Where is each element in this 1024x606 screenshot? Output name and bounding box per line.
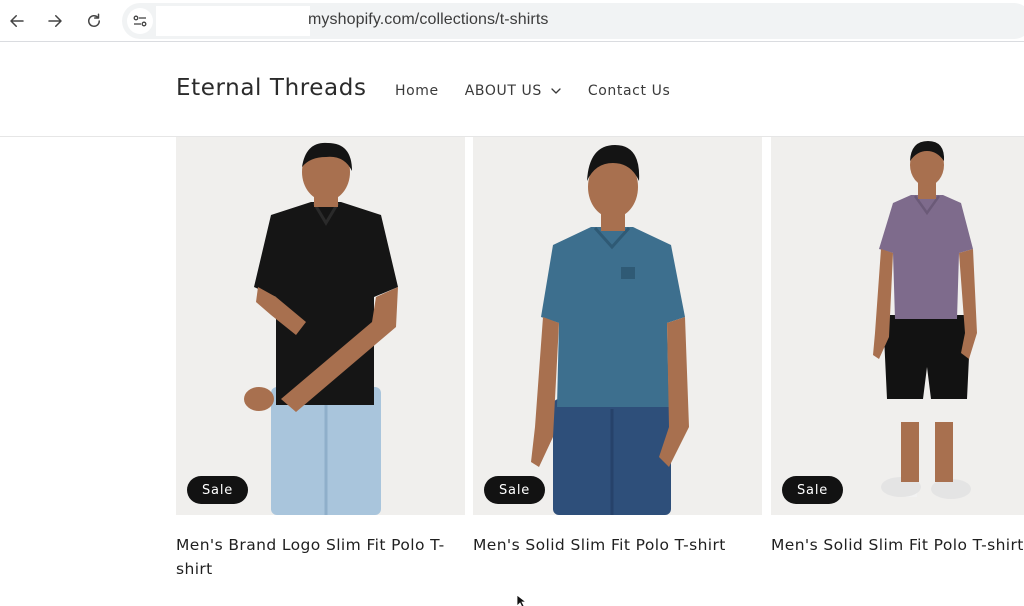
reload-icon: [88, 13, 100, 27]
menu-item-label: Home: [395, 83, 439, 99]
product-card[interactable]: Sale Men's Solid Slim Fit Polo T-shirt: [473, 137, 762, 557]
product-title[interactable]: Men's Solid Slim Fit Polo T-shirt: [473, 533, 762, 557]
main-menu: Home ABOUT US Contact Us: [395, 83, 696, 99]
sale-badge: Sale: [782, 476, 844, 504]
menu-item-home[interactable]: Home: [395, 83, 439, 99]
forward-button[interactable]: [42, 8, 68, 34]
product-image-link[interactable]: Sale: [473, 137, 762, 515]
url-text[interactable]: myshopify.com/collections/t-shirts: [308, 11, 549, 29]
store-logo-title[interactable]: Eternal Threads: [176, 75, 367, 101]
store-header: Eternal Threads Home ABOUT US Contact Us: [0, 43, 1024, 137]
product-photo: [531, 145, 689, 515]
chevron-down-icon: [551, 88, 561, 94]
back-button[interactable]: [4, 8, 30, 34]
product-title[interactable]: Men's Solid Slim Fit Polo T-shirt: [771, 533, 1024, 557]
site-settings-button[interactable]: [127, 8, 153, 34]
site-settings-icon: [133, 15, 147, 27]
product-photo: [244, 142, 398, 515]
product-title[interactable]: Men's Brand Logo Slim Fit Polo T-shirt: [176, 533, 465, 581]
sale-badge: Sale: [187, 476, 249, 504]
mouse-cursor-icon: [516, 594, 528, 606]
menu-item-contact-us[interactable]: Contact Us: [588, 83, 670, 99]
product-image-link[interactable]: Sale: [176, 137, 465, 515]
redacted-domain: [156, 6, 310, 36]
menu-item-label: ABOUT US: [464, 83, 542, 99]
product-card[interactable]: Sale Men's Solid Slim Fit Polo T-shirt: [771, 137, 1024, 557]
product-card[interactable]: Sale Men's Brand Logo Slim Fit Polo T-sh…: [176, 137, 465, 581]
shorts: [883, 315, 971, 399]
product-image-link[interactable]: Sale: [771, 137, 1024, 515]
address-bar[interactable]: myshopify.com/collections/t-shirts: [122, 3, 1024, 39]
back-arrow-icon: [10, 15, 24, 27]
sale-badge: Sale: [484, 476, 546, 504]
polo-shirt: [541, 227, 685, 407]
product-photo: [873, 141, 977, 499]
menu-item-label: Contact Us: [587, 83, 671, 99]
browser-toolbar: myshopify.com/collections/t-shirts: [0, 0, 1024, 42]
menu-item-about-us[interactable]: ABOUT US: [465, 83, 562, 99]
forward-arrow-icon: [48, 15, 62, 27]
reload-button[interactable]: [81, 8, 107, 34]
